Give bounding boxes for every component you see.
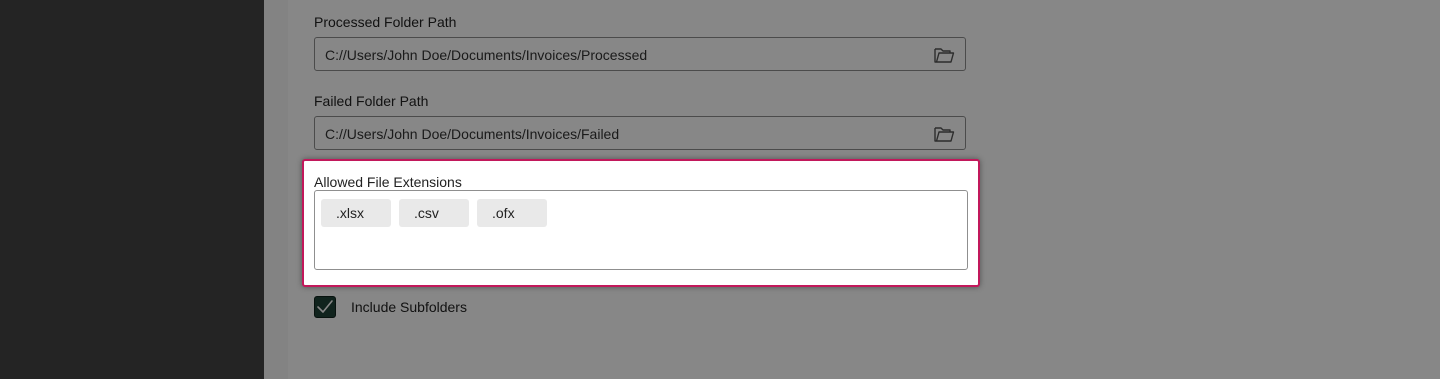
extension-chip-csv[interactable]: .csv: [399, 199, 469, 227]
extension-chip-xlsx[interactable]: .xlsx: [321, 199, 391, 227]
allowed-extensions-label: Allowed File Extensions: [314, 174, 462, 190]
extension-chip-ofx[interactable]: .ofx: [477, 199, 547, 227]
allowed-extensions-input[interactable]: .xlsx .csv .ofx: [314, 190, 968, 270]
allowed-extensions-highlight: Allowed File Extensions .xlsx .csv .ofx: [302, 159, 980, 287]
